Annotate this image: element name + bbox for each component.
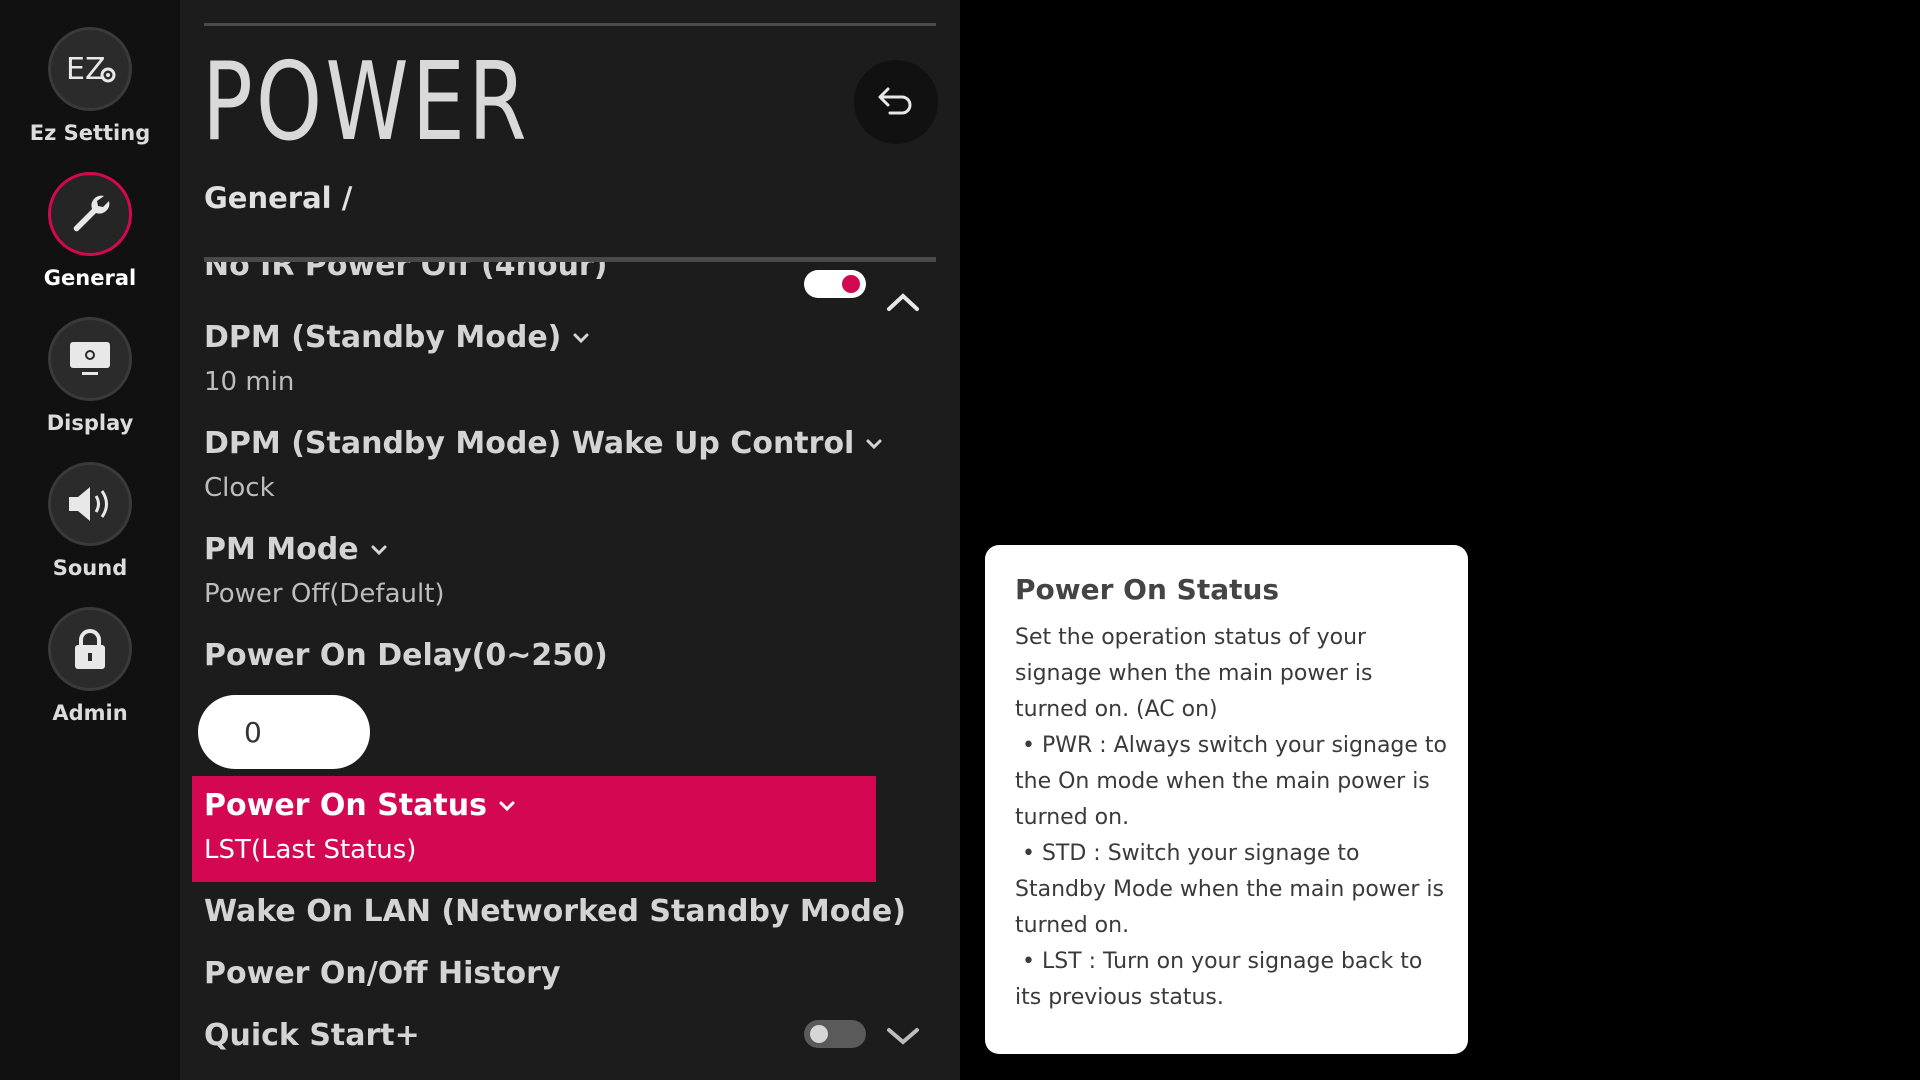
- scroll-down-icon[interactable]: [886, 1026, 920, 1050]
- help-tooltip: Power On Status Set the operation status…: [985, 545, 1468, 1054]
- divider: [204, 23, 936, 26]
- sidebar-item-admin[interactable]: Admin: [0, 607, 180, 725]
- help-text-line: the On mode when the main power is: [1015, 769, 1430, 794]
- toggle-knob: [810, 1025, 828, 1043]
- setting-title: Quick Start+: [204, 1018, 420, 1053]
- help-text-line: turned on.: [1015, 805, 1130, 830]
- lock-icon: [48, 607, 132, 691]
- breadcrumb: General /: [204, 181, 353, 215]
- sidebar-item-label: Admin: [52, 701, 128, 725]
- setting-dpm-wake-up-control[interactable]: DPM (Standby Mode) Wake Up Control Clock: [204, 426, 904, 503]
- ez-setting-icon: EZ: [48, 27, 132, 111]
- quick-start-toggle[interactable]: [804, 1020, 866, 1048]
- help-text-line: • PWR : Always switch your signage to: [1015, 733, 1448, 758]
- setting-title: No IR Power Off (4hour): [204, 262, 608, 283]
- help-text-line: Set the operation status of your: [1015, 625, 1367, 650]
- back-arrow-icon: [878, 87, 912, 115]
- setting-power-on-delay: Power On Delay(0~250): [204, 638, 904, 673]
- setting-no-ir-power-off[interactable]: No IR Power Off (4hour): [204, 262, 904, 283]
- page-title: POWER: [202, 40, 530, 165]
- sidebar-item-general[interactable]: General: [0, 172, 180, 290]
- chevron-down-icon: [499, 801, 515, 811]
- sidebar-item-label: Ez Setting: [29, 121, 151, 145]
- chevron-down-icon: [371, 545, 387, 555]
- help-text-line: • STD : Switch your signage to: [1015, 841, 1360, 866]
- sidebar-item-display[interactable]: Display: [0, 317, 180, 435]
- sidebar-item-label: General: [43, 266, 137, 290]
- no-ir-toggle[interactable]: [804, 270, 866, 298]
- help-text-line: • LST : Turn on your signage back to: [1015, 949, 1423, 974]
- sidebar: EZ Ez Setting General Display Sound Admi…: [0, 0, 180, 1080]
- help-text-line: turned on.: [1015, 913, 1130, 938]
- toggle-knob: [842, 275, 860, 293]
- setting-value: Power Off(Default): [204, 579, 445, 609]
- svg-text:EZ: EZ: [66, 52, 106, 87]
- setting-title: Power On Status: [204, 788, 487, 823]
- setting-value: 10 min: [204, 367, 295, 397]
- settings-panel: POWER General / No IR Power Off (4hour) …: [180, 0, 960, 1080]
- sidebar-item-label: Sound: [52, 556, 128, 580]
- help-title: Power On Status: [1015, 573, 1280, 606]
- setting-value: LST(Last Status): [204, 835, 417, 865]
- chevron-down-icon: [573, 333, 589, 343]
- setting-power-on-off-history[interactable]: Power On/Off History: [204, 956, 904, 991]
- setting-title: Wake On LAN (Networked Standby Mode): [204, 894, 906, 929]
- setting-title: Power On Delay(0~250): [204, 638, 608, 673]
- setting-dpm[interactable]: DPM (Standby Mode) 10 min: [204, 320, 904, 397]
- setting-value: Clock: [204, 473, 275, 503]
- setting-title: DPM (Standby Mode) Wake Up Control: [204, 426, 855, 461]
- chevron-down-icon: [866, 439, 882, 449]
- scroll-up-icon[interactable]: [886, 292, 920, 316]
- setting-title: PM Mode: [204, 532, 359, 567]
- display-icon: [48, 317, 132, 401]
- power-on-delay-input[interactable]: [198, 695, 370, 769]
- sidebar-item-label: Display: [46, 411, 134, 435]
- setting-quick-start[interactable]: Quick Start+: [204, 1018, 904, 1053]
- settings-list: No IR Power Off (4hour) DPM (Standby Mod…: [180, 262, 960, 1080]
- back-button[interactable]: [854, 60, 938, 144]
- setting-pm-mode[interactable]: PM Mode Power Off(Default): [204, 532, 904, 609]
- sidebar-item-ez-setting[interactable]: EZ Ez Setting: [0, 27, 180, 145]
- speaker-icon: [48, 462, 132, 546]
- help-text-line: signage when the main power is: [1015, 661, 1373, 686]
- setting-title: DPM (Standby Mode): [204, 320, 562, 355]
- setting-power-on-status[interactable]: Power On Status LST(Last Status): [192, 776, 876, 882]
- setting-title: Power On/Off History: [204, 956, 561, 991]
- help-text-line: turned on. (AC on): [1015, 697, 1218, 722]
- help-text-line: its previous status.: [1015, 985, 1224, 1010]
- setting-wake-on-lan[interactable]: Wake On LAN (Networked Standby Mode): [204, 894, 906, 929]
- sidebar-item-sound[interactable]: Sound: [0, 462, 180, 580]
- wrench-icon: [48, 172, 132, 256]
- help-text-line: Standby Mode when the main power is: [1015, 877, 1444, 902]
